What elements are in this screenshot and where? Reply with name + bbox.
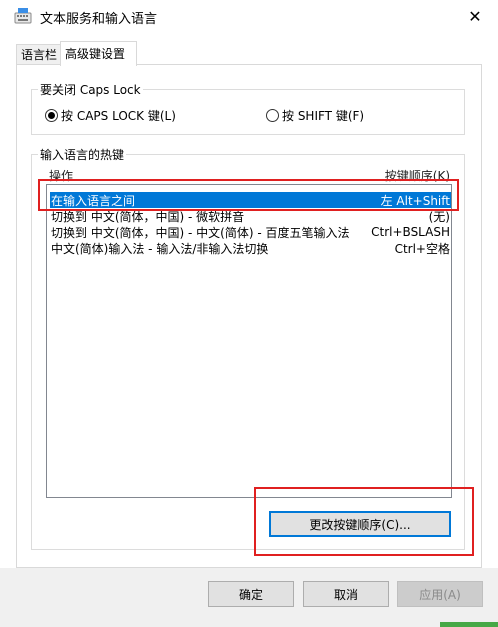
radio-unselected-icon (266, 109, 279, 122)
list-item-action: 中文(简体)输入法 - 输入法/非输入法切换 (51, 241, 269, 256)
list-item-keys: Ctrl+BSLASH (371, 225, 450, 239)
close-icon: ✕ (468, 6, 482, 26)
advanced-key-settings-panel: 要关闭 Caps Lock 按 CAPS LOCK 键(L) 按 SHIFT 键… (16, 64, 482, 568)
column-header-key-sequence: 按键顺序(K) (384, 169, 450, 183)
tab-language-bar[interactable]: 语言栏 (16, 44, 61, 65)
change-key-sequence-button[interactable]: 更改按键顺序(C)... (269, 511, 451, 537)
list-item-keys: Ctrl+空格 (394, 241, 450, 256)
close-button[interactable]: ✕ (452, 0, 498, 32)
list-item-keys: (无) (428, 209, 450, 224)
radio-caps-lock-key[interactable]: 按 CAPS LOCK 键(L) (45, 107, 176, 124)
list-item-action: 在输入语言之间 (51, 193, 136, 208)
title-bar: 文本服务和输入语言 ✕ (0, 0, 498, 32)
list-item-keys: 左 Alt+Shift (380, 193, 450, 208)
dialog-footer: 确定 取消 应用(A) (0, 568, 498, 627)
caps-lock-group-title: 要关闭 Caps Lock (38, 81, 143, 98)
list-item[interactable]: 切换到 中文(简体，中国) - 中文(简体) - 百度五笔输入法 Ctrl+BS… (50, 224, 451, 240)
radio-shift-label: 按 SHIFT 键(F) (282, 109, 365, 123)
list-item[interactable]: 在输入语言之间 左 Alt+Shift (50, 192, 451, 208)
list-item-action: 切换到 中文(简体，中国) - 中文(简体) - 百度五笔输入法 (51, 225, 350, 240)
green-corner-mark (440, 622, 498, 627)
tab-advanced-key-settings[interactable]: 高级键设置 (60, 41, 137, 66)
window-title: 文本服务和输入语言 (40, 12, 158, 27)
list-item[interactable]: 切换到 中文(简体，中国) - 微软拼音 (无) (50, 208, 451, 224)
radio-selected-icon (45, 109, 58, 122)
keyboard-app-icon (14, 8, 32, 24)
list-item[interactable]: 中文(简体)输入法 - 输入法/非输入法切换 Ctrl+空格 (50, 240, 451, 256)
radio-shift-key[interactable]: 按 SHIFT 键(F) (266, 107, 364, 124)
hotkeys-group: 输入语言的热键 操作 按键顺序(K) 在输入语言之间 左 Alt+Shift 切… (31, 146, 465, 550)
column-header-action: 操作 (49, 169, 74, 183)
hotkeys-list[interactable]: 在输入语言之间 左 Alt+Shift 切换到 中文(简体，中国) - 微软拼音… (46, 184, 452, 498)
radio-caps-lock-label: 按 CAPS LOCK 键(L) (61, 109, 176, 123)
apply-button[interactable]: 应用(A) (397, 581, 483, 607)
list-item-action: 切换到 中文(简体，中国) - 微软拼音 (51, 209, 245, 224)
ok-button[interactable]: 确定 (208, 581, 294, 607)
hotkeys-group-title: 输入语言的热键 (38, 146, 127, 163)
cancel-button[interactable]: 取消 (303, 581, 389, 607)
caps-lock-group: 要关闭 Caps Lock 按 CAPS LOCK 键(L) 按 SHIFT 键… (31, 81, 465, 135)
